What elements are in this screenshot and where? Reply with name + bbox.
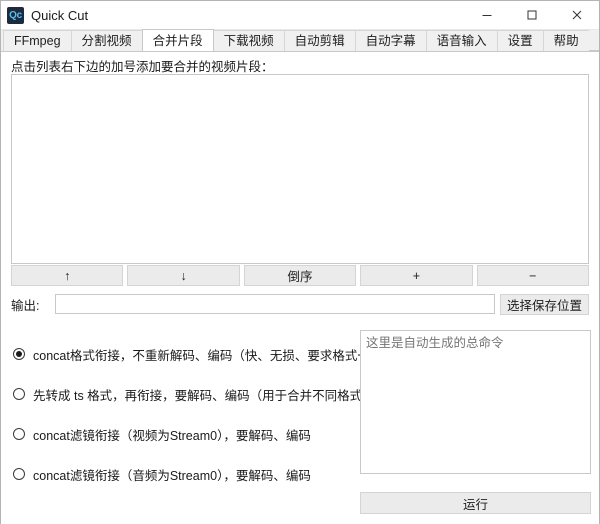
merge-mode-label: concat滤镜衔接（音频为Stream0），要解码、编码 — [33, 468, 311, 483]
close-icon[interactable] — [554, 1, 599, 29]
radio-unselected-icon — [13, 388, 25, 400]
app-icon-quickcut: Qc — [7, 6, 24, 24]
output-path-input[interactable] — [55, 294, 495, 314]
window-controls — [464, 1, 599, 29]
maximize-icon[interactable] — [509, 1, 554, 29]
clip-list[interactable] — [11, 74, 589, 264]
merge-mode-label: concat滤镜衔接（视频为Stream0），要解码、编码 — [33, 428, 311, 443]
add-clip-button[interactable]: + — [360, 265, 473, 286]
reverse-order-button[interactable]: 倒序 — [243, 265, 357, 286]
tab-bar: FFmpeg 分割视频 合并片段 下载视频 自动剪辑 自动字幕 语音输入 设置 … — [1, 29, 599, 52]
output-label: 输出: — [11, 298, 40, 313]
instruction-text: 点击列表右下边的加号添加要合并的视频片段： — [11, 60, 274, 74]
title-bar: Qc Quick Cut — [1, 1, 599, 30]
merge-mode-option-ts-convert[interactable]: 先转成 ts 格式，再衔接，要解码、编码（用于合并不同格式） — [13, 374, 375, 414]
radio-unselected-icon — [13, 468, 25, 480]
remove-clip-button[interactable]: − — [476, 265, 590, 286]
minimize-icon[interactable] — [464, 1, 509, 29]
move-up-button[interactable]: ↑ — [11, 265, 124, 286]
tab-voice-input[interactable]: 语音输入 — [425, 30, 498, 51]
tab-panel-merge-clips: 点击列表右下边的加号添加要合并的视频片段： ↑ ↓ 倒序 + − 输出: 选择保… — [1, 52, 599, 524]
radio-unselected-icon — [13, 428, 25, 440]
radio-selected-icon — [13, 348, 25, 360]
tab-merge-clips[interactable]: 合并片段 — [141, 29, 214, 51]
tab-split-video[interactable]: 分割视频 — [70, 30, 143, 51]
tab-ffmpeg[interactable]: FFmpeg — [3, 30, 72, 51]
list-toolbar: ↑ ↓ 倒序 + − — [11, 265, 590, 286]
window-title: Quick Cut — [31, 7, 89, 23]
tab-download-video[interactable]: 下载视频 — [212, 30, 285, 51]
tab-bar-filler — [588, 30, 599, 51]
command-textarea[interactable] — [360, 330, 591, 474]
tab-auto-edit[interactable]: 自动剪辑 — [283, 30, 356, 51]
choose-save-location-button[interactable]: 选择保存位置 — [499, 293, 589, 315]
app-window: Qc Quick Cut FFmpeg 分割视频 合并片段 下载视频 自动剪辑 … — [0, 0, 600, 524]
run-button[interactable]: 运行 — [360, 492, 591, 514]
tab-settings[interactable]: 设置 — [496, 30, 544, 51]
move-down-button[interactable]: ↓ — [127, 265, 240, 286]
output-row: 输出: 选择保存位置 — [11, 293, 589, 315]
tab-auto-subtitle[interactable]: 自动字幕 — [354, 30, 427, 51]
merge-mode-option-concat-format[interactable]: concat格式衔接，不重新解码、编码（快、无损、要求格式一致） — [13, 334, 395, 374]
merge-mode-option-filter-audio-stream0[interactable]: concat滤镜衔接（音频为Stream0），要解码、编码 — [13, 454, 353, 494]
merge-mode-option-filter-video-stream0[interactable]: concat滤镜衔接（视频为Stream0），要解码、编码 — [13, 414, 353, 454]
merge-mode-label: 先转成 ts 格式，再衔接，要解码、编码（用于合并不同格式） — [33, 388, 375, 403]
tab-help[interactable]: 帮助 — [542, 30, 590, 51]
merge-mode-label: concat格式衔接，不重新解码、编码（快、无损、要求格式一致） — [33, 348, 395, 363]
merge-mode-radio-group: concat格式衔接，不重新解码、编码（快、无损、要求格式一致） 先转成 ts … — [13, 334, 395, 494]
